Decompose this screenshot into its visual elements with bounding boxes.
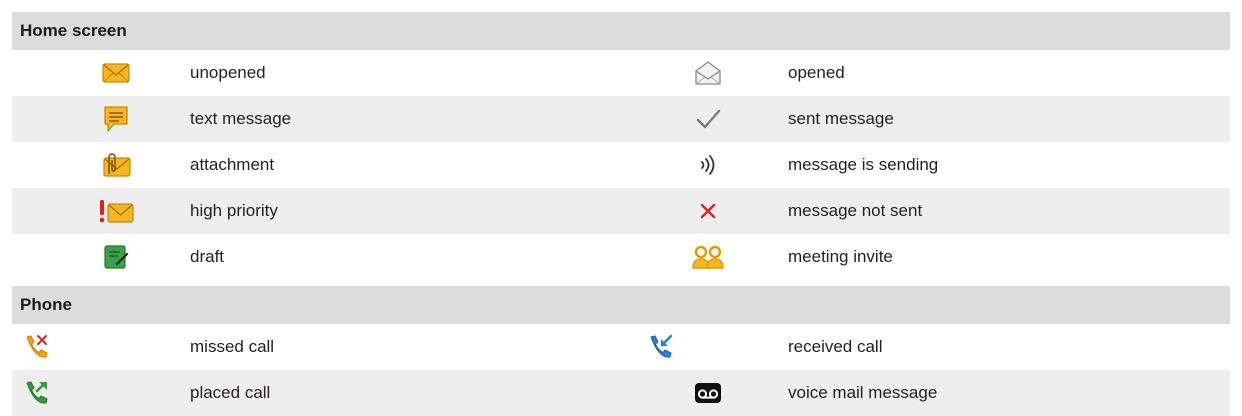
legend-row: unopened opened: [12, 50, 1230, 96]
legend-label: voice mail message: [788, 383, 938, 402]
legend-row: draft meeting invite: [12, 234, 1230, 280]
envelope-closed-icon: [96, 50, 136, 96]
checkmark-icon: [688, 96, 728, 142]
envelope-open-icon: [688, 50, 728, 96]
legend-row: high priority message not sent: [12, 188, 1230, 234]
legend-row: attachment message is sending: [12, 142, 1230, 188]
high-priority-envelope-icon: [92, 188, 140, 234]
icon-legend-table: Home screen unopened opened text message…: [0, 0, 1242, 416]
placed-call-icon: [16, 370, 56, 416]
legend-row: text message sent message: [12, 96, 1230, 142]
legend-label: attachment: [190, 155, 275, 174]
meeting-people-icon: [688, 234, 728, 280]
legend-row: missed call received call: [12, 324, 1230, 370]
missed-call-icon: [16, 324, 56, 370]
legend-label: meeting invite: [788, 247, 893, 266]
legend-label: received call: [788, 337, 883, 356]
section-title-phone: Phone: [20, 295, 72, 314]
section-title-home-screen: Home screen: [20, 21, 127, 40]
legend-label: high priority: [190, 201, 278, 220]
legend-label: missed call: [190, 337, 275, 356]
attachment-envelope-icon: [96, 142, 136, 188]
draft-icon: [96, 234, 136, 280]
legend-label: message not sent: [788, 201, 923, 220]
section-header-home-screen: Home screen: [12, 12, 1230, 50]
legend-label: opened: [788, 63, 845, 82]
legend-label: unopened: [190, 63, 266, 82]
red-x-icon: [688, 188, 728, 234]
section-header-phone: Phone: [12, 286, 1230, 324]
received-call-icon: [640, 324, 680, 370]
legend-row: placed call voice mail message: [12, 370, 1230, 416]
text-message-icon: [96, 96, 136, 142]
voicemail-icon: [688, 370, 728, 416]
legend-label: message is sending: [788, 155, 939, 174]
legend-label: sent message: [788, 109, 894, 128]
legend-label: text message: [190, 109, 292, 128]
legend-label: draft: [190, 247, 225, 266]
legend-label: placed call: [190, 383, 271, 402]
sending-waves-icon: [688, 142, 728, 188]
